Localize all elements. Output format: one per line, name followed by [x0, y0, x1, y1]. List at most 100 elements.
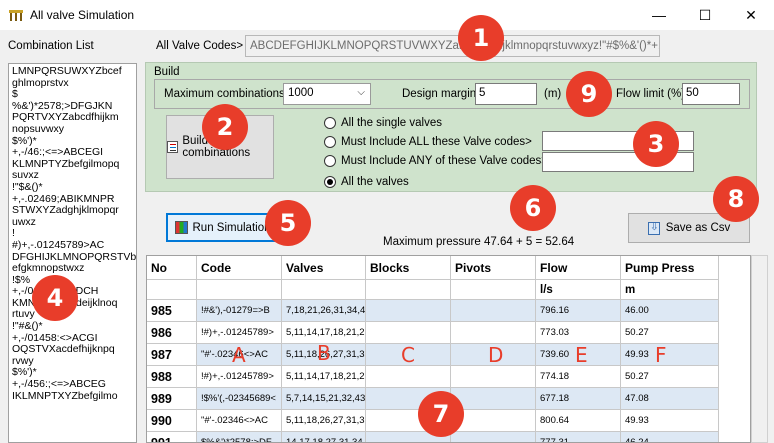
- cell-pump-press: 46.24: [621, 432, 719, 442]
- table-header-row: No Code Valves Blocks Pivots Flow Pump Press: [147, 256, 750, 280]
- cell-valves: 5,11,14,17,18,21,2: [282, 366, 366, 388]
- cell-no: 986: [147, 322, 197, 344]
- combination-list-item[interactable]: STWXYZadghjklmopqr: [12, 205, 133, 217]
- header-code: Code: [197, 256, 282, 280]
- option-label: Must Include ALL these Valve codes>: [341, 136, 532, 148]
- cell-no: 991: [147, 432, 197, 442]
- table-scrollbar[interactable]: [751, 255, 768, 443]
- chevron-down-icon: ⌵: [357, 87, 365, 98]
- combination-list[interactable]: LMNPQRSUWXYZbcef ghlmoprstvx $ %&')*2578;>D…: [8, 63, 137, 443]
- save-csv-label: Save as Csv: [665, 222, 731, 234]
- cell-flow: 774.18: [536, 366, 621, 388]
- cell-blocks: [366, 300, 451, 322]
- annotation-letter: C: [401, 343, 415, 367]
- cell-code: !#&'),-01279=>B: [197, 300, 282, 322]
- combination-list-item[interactable]: nopsuvwxy: [12, 123, 133, 136]
- table-row[interactable]: 988 !#)+,-.01245789> 5,11,14,17,18,21,2 774…: [147, 366, 750, 388]
- header-pump-press: Pump Press: [621, 256, 719, 280]
- combination-list-label: Combination List: [8, 40, 94, 52]
- radio-button-selected-icon: [324, 176, 336, 188]
- radio-button-icon: [324, 117, 336, 129]
- cell-pump-press: 46.00: [621, 300, 719, 322]
- title-bar: All valve Simulation — ☐ ✕: [0, 0, 774, 30]
- run-simulation-label: Run Simulation: [192, 221, 271, 234]
- cell-blocks: [366, 366, 451, 388]
- header-blocks: Blocks: [366, 256, 451, 280]
- cell-flow: 796.16: [536, 300, 621, 322]
- annotation-letter: A: [232, 343, 246, 367]
- option-all-valves[interactable]: All the valves: [324, 174, 409, 190]
- flow-limit-input[interactable]: 50: [682, 83, 740, 105]
- combination-list-item[interactable]: #)+,-.01245789>AC: [12, 239, 133, 252]
- header-no: [147, 280, 197, 300]
- annotation-letter: E: [575, 343, 588, 367]
- header-pivots: [451, 280, 536, 300]
- header-pivots: Pivots: [451, 256, 536, 280]
- cell-no: 987: [147, 344, 197, 366]
- header-code: [197, 280, 282, 300]
- annotation-badge: 2: [202, 104, 248, 150]
- cell-code: !#)+,-.01245789>: [197, 366, 282, 388]
- cell-pump-press: 47.08: [621, 388, 719, 410]
- header-pump-press: m: [621, 280, 719, 300]
- combination-list-item[interactable]: IKLMNPTXYZbefgilmo: [12, 390, 133, 403]
- header-flow: Flow: [536, 256, 621, 280]
- flow-limit-label: Flow limit (%): [616, 88, 685, 100]
- cell-valves: 7,18,21,26,31,34,4: [282, 300, 366, 322]
- option-single-valves[interactable]: All the single valves: [324, 115, 442, 131]
- close-button[interactable]: ✕: [728, 0, 774, 30]
- run-simulation-button[interactable]: Run Simulation: [166, 213, 279, 242]
- header-blocks: [366, 280, 451, 300]
- cell-blocks: [366, 322, 451, 344]
- annotation-badge: 1: [458, 15, 504, 61]
- header-no: No: [147, 256, 197, 280]
- cell-valves: 5,7,14,15,21,32,43: [282, 388, 366, 410]
- download-icon: [647, 220, 660, 235]
- maximize-button[interactable]: ☐: [682, 0, 728, 30]
- option-include-any[interactable]: Must Include ANY of these Valve codes>: [324, 153, 548, 169]
- combination-list-item[interactable]: +,-/456:;<=>ABCEG: [12, 378, 133, 391]
- valve-codes-field[interactable]: ABCDEFGHIJKLMNOPQRSTUVWXYZabcdefghijklmn…: [245, 35, 660, 57]
- cell-valves: 5,11,18,26,27,31,3: [282, 410, 366, 432]
- table-row[interactable]: 985 !#&'),-01279=>B 7,18,21,26,31,34,4 796.…: [147, 300, 750, 322]
- option-label: All the single valves: [341, 117, 442, 129]
- design-margin-input[interactable]: 5: [475, 83, 537, 105]
- annotation-letter: F: [655, 343, 667, 367]
- header-valves: [282, 280, 366, 300]
- annotation-letter: B: [317, 341, 331, 365]
- header-flow: l/s: [536, 280, 621, 300]
- combination-list-item[interactable]: +,-/46:;<=>ABCEGI: [12, 147, 133, 159]
- cell-pump-press: 50.27: [621, 322, 719, 344]
- option-label: Must Include ANY of these Valve codes>: [341, 155, 549, 167]
- cell-pivots: [451, 432, 536, 442]
- table-units-row: l/s m: [147, 280, 750, 300]
- grid-icon: [174, 221, 188, 234]
- option-include-all[interactable]: Must Include ALL these Valve codes>: [324, 134, 532, 150]
- combination-list-item[interactable]: LMNPQRSUWXYZbcef: [12, 65, 133, 78]
- combination-list-item[interactable]: !"$&()*: [12, 181, 133, 194]
- max-combinations-select[interactable]: 1000 ⌵: [283, 83, 371, 105]
- combination-list-item[interactable]: ghlmoprstvx: [12, 77, 133, 90]
- annotation-badge: 7: [418, 391, 464, 437]
- valve-codes-label: All Valve Codes>: [156, 40, 244, 52]
- cell-no: 990: [147, 410, 197, 432]
- window-title: All valve Simulation: [30, 8, 135, 22]
- table-row[interactable]: 986 !#)+,-.01245789> 5,11,14,17,18,21,2 773…: [147, 322, 750, 344]
- design-margin-label: Design margin: [402, 88, 477, 100]
- minimize-button[interactable]: —: [636, 0, 682, 30]
- cell-flow: 677.18: [536, 388, 621, 410]
- app-valve-icon: [9, 10, 23, 21]
- design-margin-unit: (m): [544, 88, 562, 100]
- annotation-badge: 4: [32, 275, 78, 321]
- cell-pivots: [451, 388, 536, 410]
- cell-flow: 777.31: [536, 432, 621, 442]
- combination-list-item[interactable]: uwxz: [12, 216, 133, 229]
- option-label: All the valves: [341, 176, 409, 188]
- list-icon: [167, 141, 179, 153]
- combination-list-item[interactable]: !"#&()*: [12, 320, 133, 333]
- close-icon: ✕: [745, 6, 757, 23]
- max-combinations-label: Maximum combinations: [164, 88, 285, 100]
- maximize-icon: ☐: [698, 6, 712, 23]
- combination-list-item[interactable]: efgkmnopstwxz: [12, 262, 133, 275]
- cell-code: "#'-.02346<>AC: [197, 410, 282, 432]
